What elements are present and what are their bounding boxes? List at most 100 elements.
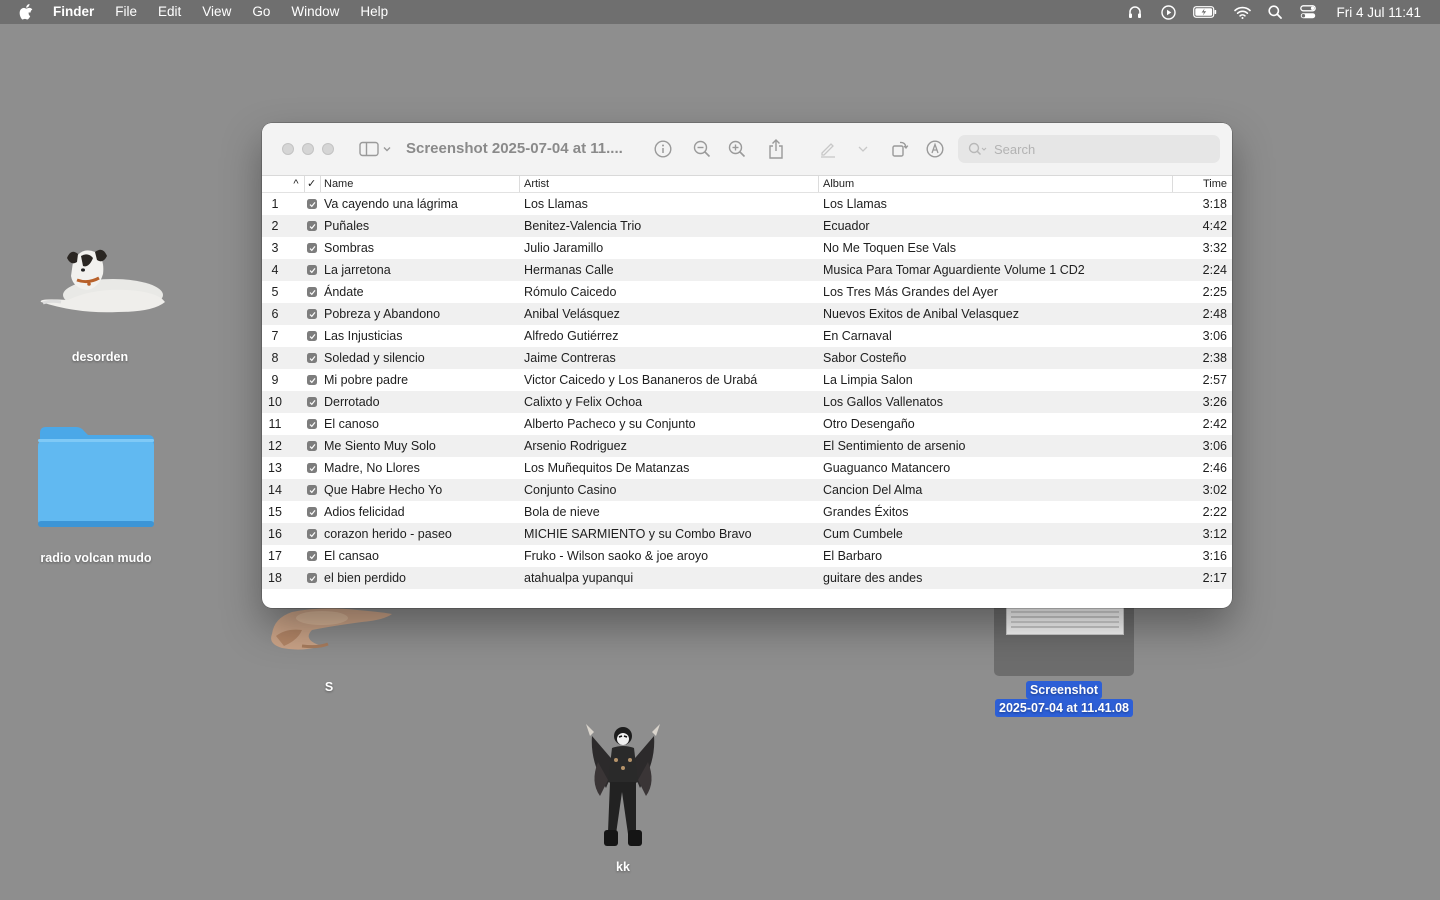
headphones-icon[interactable] (1126, 4, 1144, 20)
table-row[interactable]: 11 El canoso Alberto Pacheco y su Conjunto… (262, 413, 1232, 435)
desktop-item-desorden[interactable]: desorden (30, 240, 170, 364)
track-number: 6 (271, 307, 279, 321)
column-separator[interactable] (304, 176, 305, 192)
sidebar-toggle-icon[interactable] (358, 139, 394, 159)
table-row[interactable]: 12 Me Siento Muy Solo Arsenio Rodriguez El … (262, 435, 1232, 457)
menubar-clock[interactable]: Fri 4 Jul 11:41 (1336, 5, 1421, 20)
menu-help[interactable]: Help (360, 0, 388, 24)
column-header-check[interactable]: ✓ (307, 176, 319, 192)
track-checkbox[interactable] (307, 573, 317, 583)
track-name: Que Habre Hecho Yo (324, 483, 443, 497)
battery-charging-icon[interactable] (1192, 4, 1218, 20)
track-checkbox[interactable] (307, 309, 317, 319)
search-input[interactable] (992, 140, 1196, 158)
track-checkbox[interactable] (307, 463, 317, 473)
markup-pen-icon[interactable] (818, 139, 838, 159)
annotate-icon[interactable] (925, 139, 945, 159)
track-checkbox[interactable] (307, 243, 317, 253)
track-number: 8 (271, 351, 279, 365)
table-row[interactable]: 5 Ándate Rómulo Caicedo Los Tres Más Grande… (262, 281, 1232, 303)
checkmark-icon (309, 267, 315, 273)
info-icon[interactable] (653, 139, 673, 159)
share-icon[interactable] (766, 139, 786, 159)
table-row[interactable]: 3 Sombras Julio Jaramillo No Me Toquen Ese … (262, 237, 1232, 259)
control-center-icon[interactable] (1299, 4, 1317, 20)
track-album: Los Gallos Vallenatos (823, 395, 943, 409)
desktop-item-kk[interactable]: kk (573, 722, 673, 874)
rotate-icon[interactable] (890, 139, 910, 159)
desktop-item-screenshot[interactable]: Screenshot 2025-07-04 at 11.41.08 (986, 600, 1142, 717)
table-row[interactable]: 8 Soledad y silencio Jaime Contreras Sabor … (262, 347, 1232, 369)
zoom-button[interactable] (322, 143, 334, 155)
track-checkbox[interactable] (307, 331, 317, 341)
table-row[interactable]: 10 Derrotado Calixto y Felix Ochoa Los Gall… (262, 391, 1232, 413)
track-checkbox[interactable] (307, 397, 317, 407)
column-separator[interactable] (818, 176, 819, 192)
track-artist: Fruko - Wilson saoko & joe aroyo (524, 549, 709, 563)
table-row[interactable]: 7 Las Injusticias Alfredo Gutiérrez En Carn… (262, 325, 1232, 347)
desktop-item-s[interactable]: S (262, 600, 396, 694)
track-checkbox[interactable] (307, 199, 317, 209)
table-row[interactable]: 6 Pobreza y Abandono Anibal Velásquez Nuevo… (262, 303, 1232, 325)
track-checkbox[interactable] (307, 353, 317, 363)
track-number: 10 (268, 395, 282, 409)
menu-file[interactable]: File (115, 0, 137, 24)
desktop-item-radio-volcan-mudo[interactable]: radio volcan mudo (24, 425, 168, 565)
menu-go[interactable]: Go (252, 0, 270, 24)
table-row[interactable]: 18 el bien perdido atahualpa yupanqui guita… (262, 567, 1232, 589)
checkmark-icon (309, 377, 315, 383)
track-artist: Julio Jaramillo (524, 241, 604, 255)
table-row[interactable]: 9 Mi pobre padre Victor Caicedo y Los Bana… (262, 369, 1232, 391)
table-row[interactable]: 14 Que Habre Hecho Yo Conjunto Casino Canci… (262, 479, 1232, 501)
column-header-name[interactable]: Name (324, 176, 353, 192)
column-header-time[interactable]: Time (1203, 176, 1227, 192)
track-name: Sombras (324, 241, 375, 255)
column-separator[interactable] (320, 176, 321, 192)
wifi-icon[interactable] (1233, 4, 1251, 20)
table-row[interactable]: 1 Va cayendo una lágrima Los Llamas Los Lla… (262, 193, 1232, 215)
table-row[interactable]: 17 El cansao Fruko - Wilson saoko & joe ar… (262, 545, 1232, 567)
track-checkbox[interactable] (307, 375, 317, 385)
desktop-item-label: desorden (71, 350, 129, 364)
table-row[interactable]: 15 Adios felicidad Bola de nieve Grandes Éx… (262, 501, 1232, 523)
table-row[interactable]: 13 Madre, No Llores Los Muñequitos De Mata… (262, 457, 1232, 479)
table-row[interactable]: 16 corazon herido - paseo MICHIE SARMIENTO… (262, 523, 1232, 545)
sort-indicator[interactable]: ^ (291, 176, 301, 192)
folder-icon (38, 427, 154, 527)
zoom-out-icon[interactable] (692, 139, 712, 159)
table-header: ^ ✓ Name Artist Album Time (262, 176, 1232, 193)
track-name: corazon herido - paseo (324, 527, 452, 541)
track-artist: Victor Caicedo y Los Bananeros de Urabá (524, 373, 758, 387)
track-checkbox[interactable] (307, 287, 317, 297)
table-row[interactable]: 4 La jarretona Hermanas Calle Musica Para T… (262, 259, 1232, 281)
track-checkbox[interactable] (307, 507, 317, 517)
track-checkbox[interactable] (307, 419, 317, 429)
minimize-button[interactable] (302, 143, 314, 155)
track-checkbox[interactable] (307, 265, 317, 275)
column-separator[interactable] (519, 176, 520, 192)
column-header-artist[interactable]: Artist (524, 176, 549, 192)
apple-menu-icon[interactable] (19, 4, 35, 20)
menu-app-finder[interactable]: Finder (53, 0, 94, 24)
track-checkbox[interactable] (307, 221, 317, 231)
search-icon[interactable] (1266, 4, 1284, 20)
search-field[interactable] (958, 135, 1220, 163)
column-separator[interactable] (1172, 176, 1173, 192)
checkmark-icon (309, 289, 315, 295)
track-checkbox[interactable] (307, 441, 317, 451)
zoom-in-icon[interactable] (727, 139, 747, 159)
menu-edit[interactable]: Edit (158, 0, 181, 24)
close-button[interactable] (282, 143, 294, 155)
menu-view[interactable]: View (202, 0, 231, 24)
markup-dropdown-chevron-down-icon[interactable] (856, 139, 870, 159)
track-checkbox[interactable] (307, 529, 317, 539)
table-row[interactable]: 2 Puñales Benitez-Valencia Trio Ecuador 4:42 (262, 215, 1232, 237)
track-checkbox[interactable] (307, 485, 317, 495)
menu-window[interactable]: Window (291, 0, 339, 24)
checkmark-icon (309, 575, 315, 581)
window-title: Screenshot 2025-07-04 at 11.... (406, 140, 623, 157)
play-circle-icon[interactable] (1159, 4, 1177, 20)
track-checkbox[interactable] (307, 551, 317, 561)
track-time: 4:42 (1202, 219, 1227, 233)
column-header-album[interactable]: Album (823, 176, 854, 192)
